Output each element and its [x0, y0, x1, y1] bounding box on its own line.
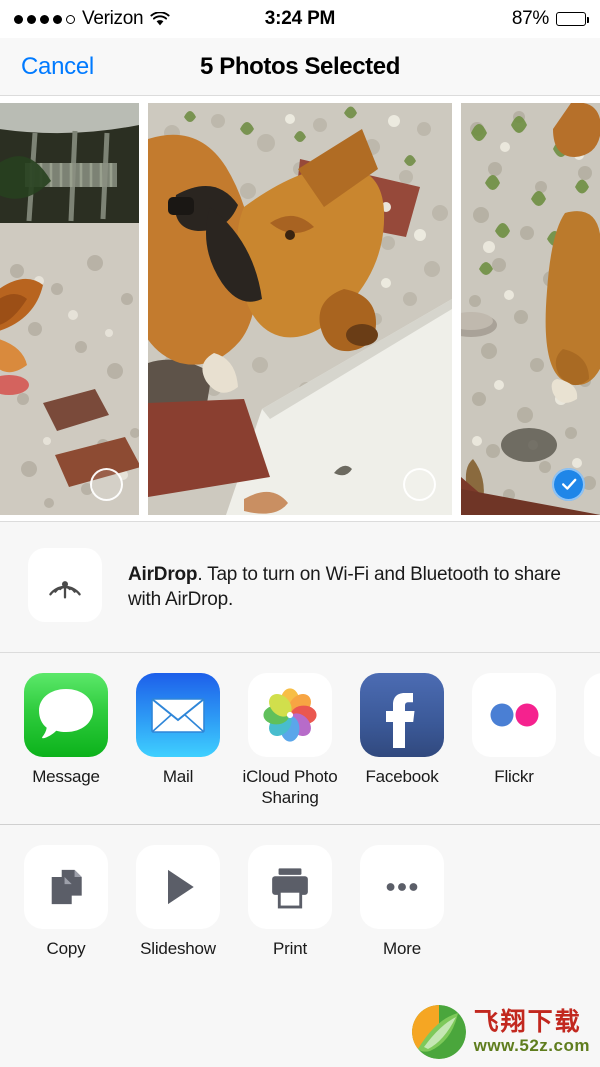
- cancel-button[interactable]: Cancel: [0, 53, 94, 81]
- status-bar-right: 87%: [511, 8, 589, 30]
- action-print[interactable]: Print: [234, 845, 346, 959]
- airdrop-description: AirDrop. Tap to turn on Wi-Fi and Blueto…: [128, 562, 572, 612]
- watermark-brand: 飞翔下载: [473, 1008, 582, 1036]
- watermark: 飞翔下载 www.52z.com: [411, 1005, 590, 1059]
- action-copy[interactable]: Copy: [10, 845, 122, 959]
- partial-app-icon: [584, 673, 600, 757]
- action-label: Print: [273, 939, 307, 958]
- share-target-label: Message: [32, 767, 100, 786]
- photo-thumbnail-1[interactable]: [0, 102, 139, 515]
- mail-icon: [136, 673, 220, 757]
- facebook-icon: [360, 673, 444, 757]
- carrier-label: Verizon: [82, 8, 144, 29]
- action-label: More: [383, 939, 421, 958]
- photo-select-toggle-2[interactable]: [403, 467, 436, 501]
- watermark-texts: 飞翔下载 www.52z.com: [474, 1008, 590, 1056]
- wifi-icon: [150, 10, 170, 27]
- photos-icon: [248, 673, 332, 757]
- share-target-facebook[interactable]: Facebook: [346, 673, 458, 787]
- watermark-logo-icon: [411, 1005, 466, 1059]
- share-target-label: iCloud Photo Sharing: [242, 767, 338, 807]
- action-more[interactable]: More: [346, 845, 458, 959]
- navigation-bar: Cancel 5 Photos Selected: [0, 38, 600, 96]
- battery-percent-label: 87%: [511, 8, 549, 29]
- airdrop-title: AirDrop: [128, 564, 198, 585]
- status-bar-left: Verizon: [14, 8, 170, 30]
- action-slideshow[interactable]: Slideshow: [122, 845, 234, 959]
- share-target-icloud-photo-sharing[interactable]: iCloud Photo Sharing: [234, 673, 346, 808]
- share-target-mail[interactable]: Mail: [122, 673, 234, 787]
- play-icon: [136, 845, 220, 929]
- airdrop-icon[interactable]: [28, 548, 102, 622]
- action-label: Slideshow: [140, 939, 216, 958]
- share-apps-row[interactable]: Message Mail iCloud Photo Sharing Facebo…: [0, 653, 600, 825]
- copy-icon: [24, 845, 108, 929]
- airdrop-section[interactable]: AirDrop. Tap to turn on Wi-Fi and Blueto…: [0, 522, 600, 653]
- share-target-label: Facebook: [365, 767, 439, 786]
- flickr-icon: [472, 673, 556, 757]
- printer-icon: [248, 845, 332, 929]
- photo-thumbnail-3[interactable]: [461, 102, 600, 515]
- action-label: Copy: [46, 939, 86, 958]
- share-target-overflow-partial[interactable]: [570, 673, 600, 757]
- share-target-label: Mail: [162, 767, 194, 786]
- messages-icon: [24, 673, 108, 757]
- actions-row[interactable]: Copy Slideshow Print More: [0, 825, 600, 973]
- selected-photos-strip[interactable]: [0, 96, 600, 522]
- status-bar: Verizon 3:24 PM 87%: [0, 0, 600, 38]
- checkmark-icon: [561, 478, 576, 490]
- share-target-flickr[interactable]: Flickr: [458, 673, 570, 787]
- iphone-share-sheet-screen: Verizon 3:24 PM 87% Cancel 5 Photos Sele…: [0, 0, 600, 1067]
- share-target-label: Flickr: [494, 767, 534, 786]
- photo-thumbnail-2[interactable]: [148, 102, 452, 515]
- signal-strength-icon: [14, 14, 75, 24]
- ellipsis-icon: [360, 845, 444, 929]
- battery-icon: [556, 12, 589, 26]
- photo-select-toggle-1[interactable]: [90, 467, 123, 501]
- watermark-url: www.52z.com: [473, 1036, 590, 1055]
- photo-select-toggle-3[interactable]: [552, 467, 585, 501]
- share-target-message[interactable]: Message: [10, 673, 122, 787]
